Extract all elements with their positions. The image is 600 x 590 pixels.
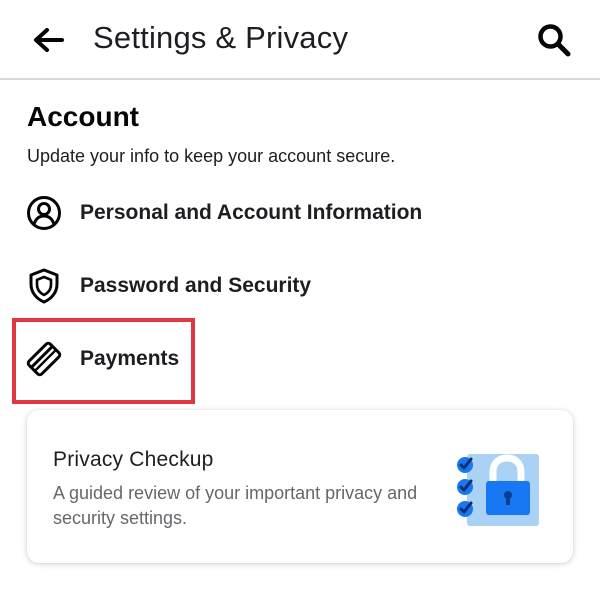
menu-item-personal-account-info[interactable]: Personal and Account Information xyxy=(24,188,564,238)
page-title: Settings & Privacy xyxy=(93,20,349,55)
privacy-checkup-card[interactable]: Privacy Checkup A guided review of your … xyxy=(27,410,573,563)
menu-item-label: Password and Security xyxy=(80,274,312,297)
credit-card-icon xyxy=(24,339,64,379)
card-title: Privacy Checkup xyxy=(53,448,214,471)
section-title: Account xyxy=(27,101,139,132)
shield-icon xyxy=(24,266,64,306)
person-circle-icon xyxy=(24,193,64,233)
menu-item-label: Personal and Account Information xyxy=(80,201,423,224)
back-button[interactable] xyxy=(28,22,68,58)
card-description: A guided review of your important privac… xyxy=(53,483,418,528)
section-subtitle: Update your info to keep your account se… xyxy=(27,146,396,166)
search-icon xyxy=(538,24,571,57)
menu-item-label: Payments xyxy=(80,347,180,370)
search-button[interactable] xyxy=(532,18,576,62)
menu-item-payments[interactable]: Payments xyxy=(24,334,564,384)
menu-item-password-security[interactable]: Password and Security xyxy=(24,261,564,311)
arrow-left-icon xyxy=(34,28,64,52)
top-app-bar: Settings & Privacy xyxy=(0,0,600,80)
lock-checklist-icon xyxy=(455,448,539,528)
